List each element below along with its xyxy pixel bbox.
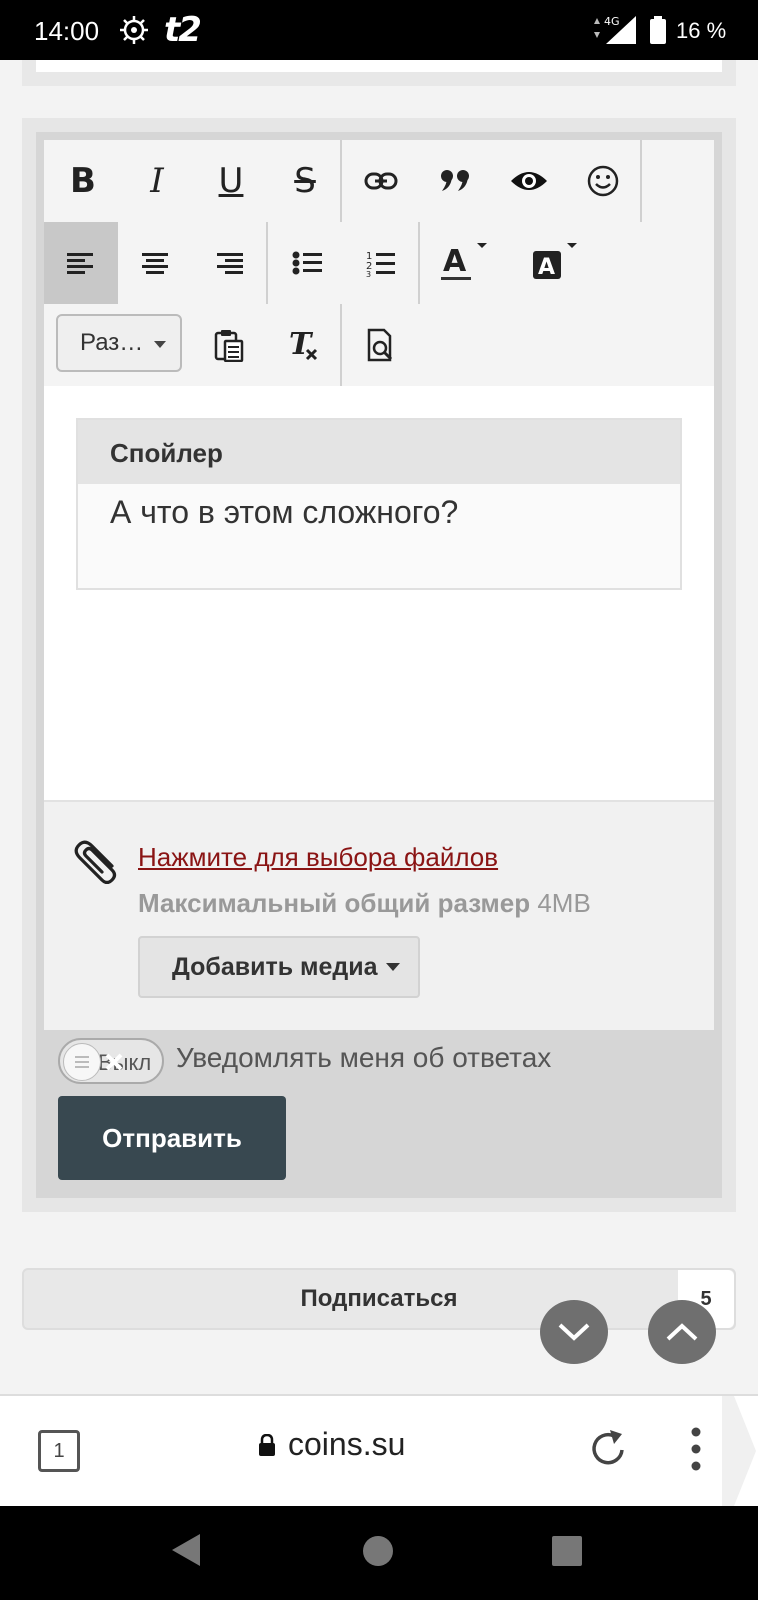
bullet-list-button[interactable]	[270, 222, 344, 304]
settings-notification-icon	[120, 16, 148, 44]
align-center-button[interactable]	[118, 222, 192, 304]
toolbar-separator	[340, 304, 342, 386]
max-size-value: 4MB	[537, 888, 591, 918]
preview-icon	[367, 328, 393, 362]
notify-row: Выкл Уведомлять меня об ответах	[58, 1036, 698, 1086]
bold-icon: B	[70, 161, 96, 201]
bullet-list-icon	[292, 251, 322, 275]
network-type-label: 4G	[604, 15, 620, 28]
subscribe-button[interactable]: Подписаться	[22, 1268, 736, 1330]
preview-button[interactable]	[344, 304, 418, 386]
chevron-down-icon	[558, 1323, 590, 1341]
spoiler-button[interactable]	[492, 140, 566, 222]
add-media-label: Добавить медиа	[172, 952, 378, 981]
underline-button[interactable]: U	[194, 140, 268, 222]
svg-text:3: 3	[366, 270, 371, 277]
previous-post-inner	[36, 60, 722, 72]
max-size-info: Максимальный общий размер 4MB	[138, 888, 591, 919]
toolbar-edge-arrow	[722, 1396, 756, 1506]
align-left-icon	[67, 253, 93, 274]
address-bar[interactable]: coins.su	[258, 1426, 405, 1463]
send-button[interactable]: Отправить	[58, 1096, 286, 1180]
background-color-button[interactable]: A	[512, 222, 598, 304]
recent-apps-icon[interactable]	[552, 1536, 582, 1566]
spoiler-text: А что в этом сложного?	[110, 494, 459, 530]
align-right-button[interactable]	[192, 222, 266, 304]
italic-button[interactable]: I	[120, 140, 194, 222]
editor-content-area[interactable]: Спойлер А что в этом сложного?	[44, 386, 714, 800]
clear-formatting-icon: T	[289, 328, 318, 362]
subscribe-label: Подписаться	[300, 1285, 458, 1312]
battery-percent: 16 %	[676, 18, 727, 43]
align-right-icon	[217, 253, 243, 274]
clear-formatting-button[interactable]: T	[266, 304, 340, 386]
home-icon[interactable]	[363, 1536, 393, 1566]
underline-icon: U	[218, 161, 244, 201]
eye-icon	[511, 172, 547, 190]
background-color-icon: A	[533, 243, 577, 280]
paste-button[interactable]	[192, 304, 266, 386]
reload-icon[interactable]	[590, 1428, 628, 1470]
chevron-down-icon	[154, 341, 166, 348]
menu-lines-icon	[75, 1056, 89, 1068]
attachments-area: Нажмите для выбора файлов Максимальный о…	[44, 800, 714, 1030]
italic-icon: I	[150, 161, 164, 201]
status-time: 14:00	[34, 16, 100, 46]
notify-label: Уведомлять меня об ответах	[176, 1042, 552, 1073]
status-bar: 14:00 t2 4G 16 %	[0, 0, 758, 60]
align-center-icon	[142, 253, 168, 274]
rich-text-editor: B I U S 1 2 3 A A Раз… T Спойлер А что в…	[44, 140, 714, 1030]
text-color-icon: A	[441, 243, 487, 280]
svg-text:A: A	[443, 244, 467, 279]
quote-icon	[441, 170, 469, 191]
toolbar-separator	[418, 222, 420, 304]
smile-icon	[587, 165, 619, 197]
spoiler-block: Спойлер А что в этом сложного?	[76, 418, 682, 590]
max-size-label: Максимальный общий размер	[138, 888, 531, 918]
svg-text:A: A	[538, 255, 555, 280]
text-color-button[interactable]: A	[422, 222, 508, 304]
signal-icon: 4G	[594, 15, 636, 44]
bold-button[interactable]: B	[46, 140, 120, 222]
carrier-logo: t2	[164, 10, 202, 50]
close-icon	[105, 1053, 123, 1071]
toolbar-separator	[640, 140, 642, 222]
link-button[interactable]	[344, 140, 418, 222]
page-content: B I U S 1 2 3 A A Раз… T Спойлер А что в…	[0, 60, 758, 1394]
notify-toggle[interactable]: Выкл	[58, 1038, 164, 1084]
clipboard-icon	[214, 330, 244, 362]
quote-button[interactable]	[418, 140, 492, 222]
font-size-select[interactable]: Раз…	[56, 314, 182, 372]
add-media-button[interactable]: Добавить медиа	[138, 936, 420, 998]
url-text: coins.su	[288, 1426, 406, 1462]
emoji-button[interactable]	[566, 140, 640, 222]
toolbar-separator	[266, 222, 268, 304]
spoiler-title: Спойлер	[78, 420, 680, 484]
align-left-button[interactable]	[44, 222, 118, 304]
paperclip-icon	[74, 840, 117, 884]
strikethrough-icon: S	[294, 161, 316, 201]
more-options-icon[interactable]	[688, 1426, 704, 1472]
scroll-up-button[interactable]	[648, 1300, 716, 1364]
scroll-down-button[interactable]	[540, 1300, 608, 1364]
numbered-list-button[interactable]: 1 2 3	[344, 222, 418, 304]
browser-toolbar: 1 coins.su	[0, 1394, 758, 1506]
link-icon	[364, 172, 398, 190]
back-icon[interactable]	[170, 1532, 202, 1568]
toggle-knob	[63, 1043, 101, 1081]
editor-toolbar: B I U S 1 2 3 A A Раз… T	[44, 140, 714, 386]
strikethrough-button[interactable]: S	[268, 140, 342, 222]
chevron-up-icon	[666, 1323, 698, 1341]
caret-down-icon	[385, 963, 400, 971]
tabs-button[interactable]: 1	[38, 1430, 80, 1472]
lock-icon	[259, 1433, 275, 1456]
choose-files-link[interactable]: Нажмите для выбора файлов	[138, 842, 498, 873]
battery-icon	[650, 16, 666, 44]
toolbar-separator	[340, 140, 342, 222]
numbered-list-icon: 1 2 3	[366, 251, 395, 277]
font-size-value: Раз…	[80, 329, 144, 356]
system-nav-bar	[0, 1506, 758, 1600]
